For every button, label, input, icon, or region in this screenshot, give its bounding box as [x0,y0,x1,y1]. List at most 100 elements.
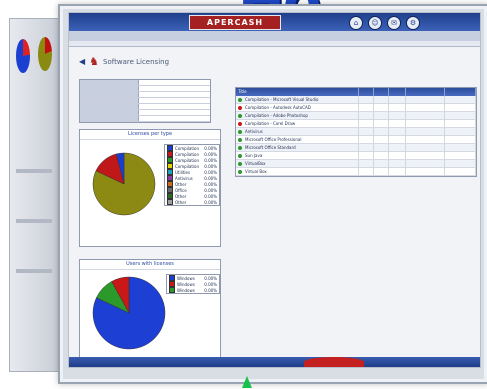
info-row [80,116,210,122]
top-header: APERCASH ⌂ ☺ ✉ ⚙ [69,13,480,32]
status-dot-icon [238,122,242,126]
table-cell [406,152,445,159]
table-cell [374,152,389,159]
brand-logo[interactable]: APERCASH [189,15,281,30]
table-cell [406,136,445,143]
info-value [139,92,210,97]
table-cell [389,136,406,143]
legend-label: Windows [177,287,195,293]
column-header[interactable] [389,88,406,96]
cell-name[interactable]: Virtual Box [236,168,359,175]
legend-value: 0.00% [204,275,217,281]
legend-item: Windows 0.00% [167,287,219,293]
page-heading: ◀ ♞ Software Licensing [79,55,169,68]
table-cell [374,168,389,175]
legend-value: 0.00% [204,187,217,193]
side-panel [9,18,59,372]
info-value [139,86,210,91]
legend-value: 0.00% [204,163,217,169]
legend-value: 0.00% [204,157,217,163]
status-dot-icon [238,154,242,158]
table-row[interactable]: Compilation - Autodesk AutoCAD [236,104,476,112]
table-row[interactable]: Microsoft Office Professional [236,136,476,144]
back-arrow-icon[interactable]: ◀ [79,57,85,66]
cell-name[interactable]: Compilation - Microsoft Visual Studio [236,96,359,103]
table-row[interactable]: Compilation - Microsoft Visual Studio [236,96,476,104]
app-window: APERCASH ⌂ ☺ ✉ ⚙ ◀ ♞ Software Licensing [58,4,487,384]
users-icon[interactable]: ☺ [368,16,382,30]
column-header[interactable]: Title [236,88,359,96]
cell-name[interactable]: Compilation - Corel Draw [236,120,359,127]
row-title: Compilation - Autodesk AutoCAD [245,105,311,110]
row-title: Virtual Box [245,169,267,174]
info-key [80,86,139,91]
side-divider [16,169,52,173]
status-dot-icon [238,146,242,150]
column-header[interactable] [406,88,445,96]
info-key [80,80,139,85]
pie-panel-licenses: Licenses per type Compilation 0.00% Compil… [79,129,221,247]
table-cell [406,112,445,119]
legend-value: 0.00% [204,169,217,175]
pie-chart-icon [38,37,52,71]
table-cell [389,104,406,111]
person-icon: ♞ [89,55,100,68]
legend-value: 0.00% [204,175,217,181]
table-header: Title [236,88,476,96]
table-row[interactable]: Antivirus [236,128,476,136]
table-cell [445,128,476,135]
pie-panel-users: Users with licenses Windows 0.00% Windows 0… [79,259,221,365]
table-row[interactable]: Virtual Box [236,168,476,176]
cell-name[interactable]: VirtualBox [236,160,359,167]
column-header[interactable] [445,88,476,96]
cell-name[interactable]: Sun Java [236,152,359,159]
app-content: APERCASH ⌂ ☺ ✉ ⚙ ◀ ♞ Software Licensing [68,12,481,368]
table-cell [406,160,445,167]
table-cell [359,112,374,119]
license-list-table: Title Compilation - Microsoft Visual Stu… [235,87,477,177]
legend-label: Other [175,199,187,205]
table-cell [359,152,374,159]
cell-name[interactable]: Compilation - Autodesk AutoCAD [236,104,359,111]
mail-icon[interactable]: ✉ [387,16,401,30]
cell-name[interactable]: Compilation - Adobe Photoshop [236,112,359,119]
cell-name[interactable]: Antivirus [236,128,359,135]
table-cell [406,120,445,127]
status-dot-icon [238,170,242,174]
home-icon[interactable]: ⌂ [349,16,363,30]
table-cell [374,96,389,103]
row-title: Antivirus [245,129,263,134]
table-cell [445,160,476,167]
pie-legend: Compilation 0.00% Compilation 0.00% Compilat… [164,144,220,206]
column-header[interactable] [359,88,374,96]
table-row[interactable]: VirtualBox [236,160,476,168]
column-header[interactable] [374,88,389,96]
table-row[interactable]: Sun Java [236,152,476,160]
table-row[interactable]: Compilation - Corel Draw [236,120,476,128]
table-cell [406,128,445,135]
legend-label: Compilation [175,157,200,163]
legend-value: 0.00% [204,193,217,199]
table-row[interactable]: Compilation - Adobe Photoshop [236,112,476,120]
row-title: VirtualBox [245,161,266,166]
cell-name[interactable]: Microsoft Office Professional [236,136,359,143]
legend-label: Other [175,193,187,199]
table-row[interactable]: Microsoft Office Standard [236,144,476,152]
info-key [80,92,139,97]
legend-label: Windows [177,281,195,287]
tab-strip [69,41,480,47]
row-title: Microsoft Office Standard [245,145,296,150]
status-dot-icon [238,98,242,102]
table-cell [389,128,406,135]
pie-legend: Windows 0.00% Windows 0.00% Windows 0.00% [166,274,220,294]
pie-title: Users with licenses [80,260,220,270]
settings-icon[interactable]: ⚙ [406,16,420,30]
legend-label: Office [175,187,187,193]
table-cell [374,160,389,167]
pie-chart-icon [16,39,30,73]
table-cell [359,104,374,111]
pie-title: Licenses per type [80,130,220,140]
table-body: Compilation - Microsoft Visual Studio Com… [236,96,476,176]
cell-name[interactable]: Microsoft Office Standard [236,144,359,151]
table-cell [406,144,445,151]
